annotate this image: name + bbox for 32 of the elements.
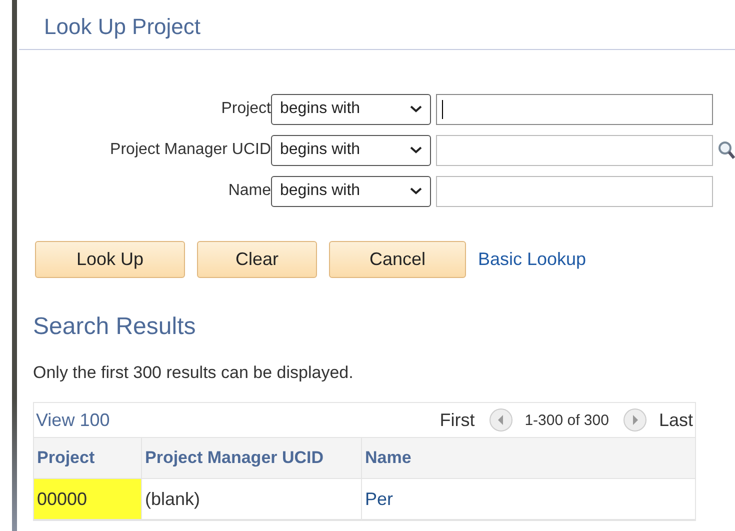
operator-dropdown[interactable]: begins with xyxy=(271,94,431,124)
input-field[interactable] xyxy=(436,134,713,166)
column-header[interactable]: Project Manager UCID xyxy=(142,438,362,478)
table-cell: (blank) xyxy=(142,479,362,519)
page-title: Look Up Project xyxy=(19,0,735,50)
basic-lookup-link[interactable]: Basic Lookup xyxy=(478,249,586,270)
input-field[interactable] xyxy=(436,94,713,124)
next-icon[interactable] xyxy=(622,408,647,432)
chevron-icon xyxy=(410,105,422,113)
action-button[interactable]: Look Up xyxy=(35,241,185,278)
operator-dropdown[interactable]: begins with xyxy=(271,176,431,206)
operator-dropdown[interactable]: begins with xyxy=(271,134,431,166)
first-link[interactable]: First xyxy=(440,410,475,430)
column-header[interactable]: Name xyxy=(362,438,695,478)
view-link[interactable]: View 100 xyxy=(36,410,110,430)
chevron-icon xyxy=(410,187,422,195)
field-label: Project Manager UCID xyxy=(109,141,271,159)
results-note: Only the first 300 results can be displayed. xyxy=(33,363,354,383)
field-label: Name xyxy=(227,182,271,200)
chevron-icon xyxy=(410,146,422,154)
page-range: 1-300 of 300 xyxy=(524,412,609,428)
table-cell: 00000 xyxy=(34,479,142,519)
search-icon[interactable] xyxy=(718,141,735,159)
field-label: Project xyxy=(220,100,271,118)
action-button[interactable]: Clear xyxy=(197,241,317,278)
action-button[interactable]: Cancel xyxy=(329,241,466,278)
section-heading: Search Results xyxy=(33,313,197,341)
table-cell-text: Per xyxy=(364,488,394,510)
input-field[interactable] xyxy=(436,176,713,206)
column-header[interactable]: Project xyxy=(34,438,142,478)
last-link[interactable]: Last xyxy=(658,410,693,430)
previous-icon[interactable] xyxy=(488,408,513,432)
